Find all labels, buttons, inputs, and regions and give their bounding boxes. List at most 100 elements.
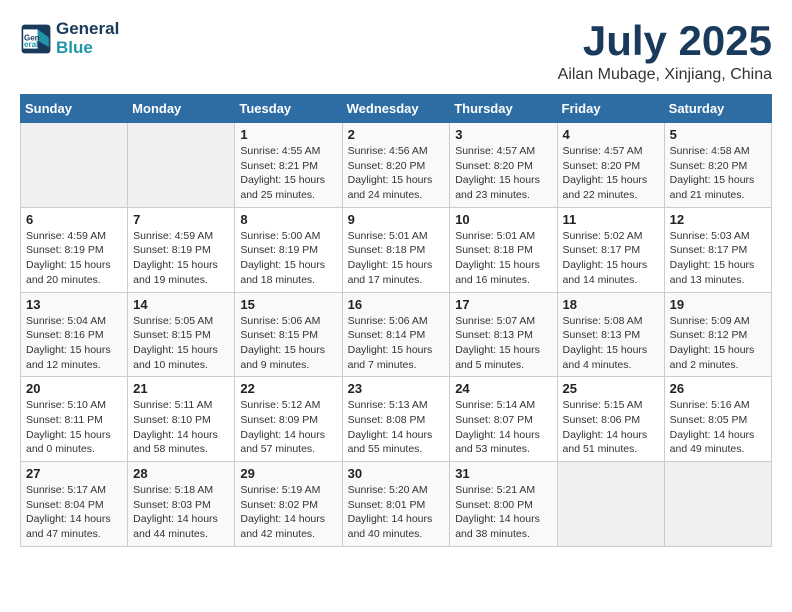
main-title: July 2025 [558,20,772,62]
day-number: 30 [348,466,445,481]
day-number: 4 [563,127,659,142]
header-saturday: Saturday [664,95,771,123]
day-number: 28 [133,466,229,481]
table-row [128,123,235,208]
day-number: 8 [240,212,336,227]
day-info: Sunrise: 5:01 AM Sunset: 8:18 PM Dayligh… [348,229,445,288]
day-info: Sunrise: 5:19 AM Sunset: 8:02 PM Dayligh… [240,483,336,542]
day-info: Sunrise: 5:02 AM Sunset: 8:17 PM Dayligh… [563,229,659,288]
day-info: Sunrise: 4:57 AM Sunset: 8:20 PM Dayligh… [455,144,551,203]
day-number: 18 [563,297,659,312]
day-number: 31 [455,466,551,481]
header-wednesday: Wednesday [342,95,450,123]
day-info: Sunrise: 5:20 AM Sunset: 8:01 PM Dayligh… [348,483,445,542]
day-number: 9 [348,212,445,227]
day-info: Sunrise: 5:10 AM Sunset: 8:11 PM Dayligh… [26,398,122,457]
table-row [557,462,664,547]
day-number: 2 [348,127,445,142]
table-row: 4Sunrise: 4:57 AM Sunset: 8:20 PM Daylig… [557,123,664,208]
day-info: Sunrise: 5:21 AM Sunset: 8:00 PM Dayligh… [455,483,551,542]
table-row: 15 Sunrise: 5:06 AM Sunset: 8:15 PM Dayli… [235,292,342,377]
day-number: 12 [670,212,766,227]
table-row: 24 Sunrise: 5:14 AM Sunset: 8:07 PM Dayli… [450,377,557,462]
table-row: 17 Sunrise: 5:07 AM Sunset: 8:13 PM Dayli… [450,292,557,377]
table-row: 8 Sunrise: 5:00 AM Sunset: 8:19 PM Daylig… [235,207,342,292]
day-info: Sunrise: 5:17 AM Sunset: 8:04 PM Dayligh… [26,483,122,542]
header-sunday: Sunday [21,95,128,123]
day-info: Sunrise: 5:06 AM Sunset: 8:14 PM Dayligh… [348,314,445,373]
header-monday: Monday [128,95,235,123]
day-number: 17 [455,297,551,312]
day-info: Sunrise: 5:04 AM Sunset: 8:16 PM Dayligh… [26,314,122,373]
calendar-header-row: Sunday Monday Tuesday Wednesday Thursday… [21,95,772,123]
table-row: 2Sunrise: 4:56 AM Sunset: 8:20 PM Daylig… [342,123,450,208]
table-row: 9 Sunrise: 5:01 AM Sunset: 8:18 PM Daylig… [342,207,450,292]
subtitle: Ailan Mubage, Xinjiang, China [558,66,772,84]
day-info: Sunrise: 5:01 AM Sunset: 8:18 PM Dayligh… [455,229,551,288]
day-number: 24 [455,381,551,396]
table-row: 25Sunrise: 5:15 AM Sunset: 8:06 PM Dayli… [557,377,664,462]
day-info: Sunrise: 4:59 AM Sunset: 8:19 PM Dayligh… [133,229,229,288]
day-info: Sunrise: 5:09 AM Sunset: 8:12 PM Dayligh… [670,314,766,373]
day-info: Sunrise: 5:05 AM Sunset: 8:15 PM Dayligh… [133,314,229,373]
day-info: Sunrise: 4:55 AM Sunset: 8:21 PM Dayligh… [240,144,336,203]
table-row [664,462,771,547]
day-number: 15 [240,297,336,312]
day-info: Sunrise: 4:58 AM Sunset: 8:20 PM Dayligh… [670,144,766,203]
table-row: 31 Sunrise: 5:21 AM Sunset: 8:00 PM Dayli… [450,462,557,547]
calendar-week-row: 20 Sunrise: 5:10 AM Sunset: 8:11 PM Dayli… [21,377,772,462]
table-row: 23Sunrise: 5:13 AM Sunset: 8:08 PM Dayli… [342,377,450,462]
svg-text:eral: eral [24,40,38,49]
day-info: Sunrise: 5:16 AM Sunset: 8:05 PM Dayligh… [670,398,766,457]
calendar-week-row: 13Sunrise: 5:04 AM Sunset: 8:16 PM Dayli… [21,292,772,377]
table-row: 30 Sunrise: 5:20 AM Sunset: 8:01 PM Dayli… [342,462,450,547]
day-number: 10 [455,212,551,227]
logo: Gen eral General Blue [20,20,119,57]
table-row: 14 Sunrise: 5:05 AM Sunset: 8:15 PM Dayli… [128,292,235,377]
table-row: 21Sunrise: 5:11 AM Sunset: 8:10 PM Dayli… [128,377,235,462]
day-info: Sunrise: 5:00 AM Sunset: 8:19 PM Dayligh… [240,229,336,288]
table-row: 1Sunrise: 4:55 AM Sunset: 8:21 PM Daylig… [235,123,342,208]
table-row: 7 Sunrise: 4:59 AM Sunset: 8:19 PM Daylig… [128,207,235,292]
day-number: 6 [26,212,122,227]
day-info: Sunrise: 5:07 AM Sunset: 8:13 PM Dayligh… [455,314,551,373]
table-row: 16 Sunrise: 5:06 AM Sunset: 8:14 PM Dayli… [342,292,450,377]
day-info: Sunrise: 5:14 AM Sunset: 8:07 PM Dayligh… [455,398,551,457]
table-row: 29 Sunrise: 5:19 AM Sunset: 8:02 PM Dayli… [235,462,342,547]
day-number: 26 [670,381,766,396]
day-info: Sunrise: 5:15 AM Sunset: 8:06 PM Dayligh… [563,398,659,457]
table-row: 19 Sunrise: 5:09 AM Sunset: 8:12 PM Dayli… [664,292,771,377]
day-number: 16 [348,297,445,312]
day-number: 11 [563,212,659,227]
logo-text: General Blue [56,20,119,57]
table-row: 13Sunrise: 5:04 AM Sunset: 8:16 PM Dayli… [21,292,128,377]
day-info: Sunrise: 5:06 AM Sunset: 8:15 PM Dayligh… [240,314,336,373]
page-header: Gen eral General Blue July 2025 Ailan Mu… [20,20,772,84]
day-info: Sunrise: 5:18 AM Sunset: 8:03 PM Dayligh… [133,483,229,542]
day-number: 19 [670,297,766,312]
header-friday: Friday [557,95,664,123]
day-number: 20 [26,381,122,396]
day-number: 23 [348,381,445,396]
table-row [21,123,128,208]
day-info: Sunrise: 5:11 AM Sunset: 8:10 PM Dayligh… [133,398,229,457]
header-thursday: Thursday [450,95,557,123]
day-number: 5 [670,127,766,142]
table-row: 22 Sunrise: 5:12 AM Sunset: 8:09 PM Dayli… [235,377,342,462]
day-info: Sunrise: 5:08 AM Sunset: 8:13 PM Dayligh… [563,314,659,373]
title-area: July 2025 Ailan Mubage, Xinjiang, China [558,20,772,84]
table-row: 27Sunrise: 5:17 AM Sunset: 8:04 PM Dayli… [21,462,128,547]
day-info: Sunrise: 5:12 AM Sunset: 8:09 PM Dayligh… [240,398,336,457]
table-row: 12Sunrise: 5:03 AM Sunset: 8:17 PM Dayli… [664,207,771,292]
day-number: 7 [133,212,229,227]
table-row: 11 Sunrise: 5:02 AM Sunset: 8:17 PM Dayli… [557,207,664,292]
table-row: 20 Sunrise: 5:10 AM Sunset: 8:11 PM Dayli… [21,377,128,462]
table-row: 26 Sunrise: 5:16 AM Sunset: 8:05 PM Dayli… [664,377,771,462]
day-number: 14 [133,297,229,312]
day-number: 29 [240,466,336,481]
day-number: 22 [240,381,336,396]
table-row: 18 Sunrise: 5:08 AM Sunset: 8:13 PM Dayli… [557,292,664,377]
logo-icon: Gen eral [20,23,52,55]
header-tuesday: Tuesday [235,95,342,123]
calendar-table: Sunday Monday Tuesday Wednesday Thursday… [20,94,772,547]
